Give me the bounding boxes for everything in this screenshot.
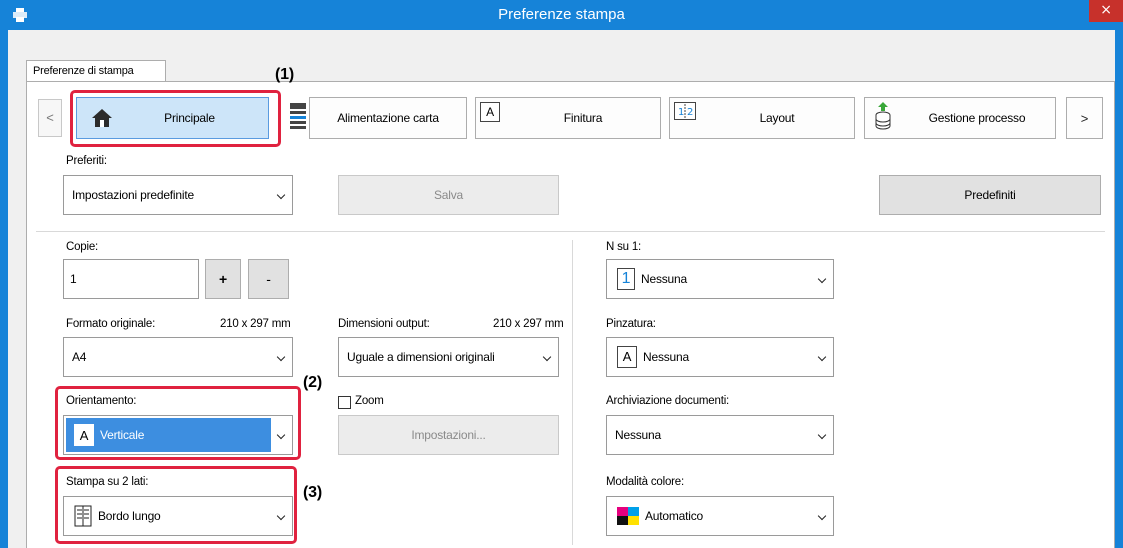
favorites-label: Preferiti: [66,155,107,167]
color-mode-value: Automatico [645,509,704,523]
section-divider [36,231,1105,232]
nav-tab-label: Alimentazione carta [337,111,439,125]
svg-text:1: 1 [678,107,684,118]
window-frame-right [1115,30,1123,548]
original-size-select[interactable]: A4 [63,337,293,377]
highlight-box-3 [55,466,297,544]
nav-tab-label: Layout [759,111,795,125]
copies-increment-button[interactable]: + [205,259,241,299]
output-size-dims: 210 x 297 mm [493,318,564,330]
nav-tab-label: Finitura [563,111,603,125]
stapling-label: Pinzatura: [606,318,656,330]
nup-label: N su 1: [606,241,642,253]
nup-select[interactable]: 1 Nessuna [606,259,834,299]
callout-3: (3) [303,484,322,501]
title-bar: Preferenze stampa [0,0,1123,30]
doc-filing-label: Archiviazione documenti: [606,395,730,407]
stapling-icon: A [617,346,637,368]
copies-decrement-button[interactable]: - [248,259,289,299]
color-squares-icon [617,507,639,525]
nav-prev-button[interactable]: < [38,99,62,137]
stapling-value: Nessuna [643,350,689,364]
layout-icon: 12 [674,102,696,120]
chevron-down-icon [817,352,827,362]
tab-print-preferences[interactable]: Preferenze di stampa [26,60,166,82]
callout-1: (1) [275,66,294,83]
chevron-down-icon [542,352,552,362]
callout-2: (2) [303,374,322,391]
zoom-settings-button[interactable]: Impostazioni... [338,415,559,455]
paper-tray-icon [289,102,307,130]
original-size-value: A4 [72,350,87,364]
output-size-value: Uguale a dimensioni originali [347,350,495,364]
output-size-label: Dimensioni output: [338,318,430,330]
svg-text:2: 2 [687,107,693,118]
defaults-button[interactable]: Predefiniti [879,175,1101,215]
color-mode-select[interactable]: Automatico [606,496,834,536]
color-mode-label: Modalità colore: [606,476,684,488]
doc-filing-value: Nessuna [615,428,661,442]
nav-tab-finitura[interactable]: A Finitura [475,97,661,139]
nav-tab-layout[interactable]: 12 Layout [669,97,855,139]
chevron-down-icon [817,430,827,440]
zoom-label: Zoom [355,395,384,407]
highlight-box-2 [55,386,301,460]
chevron-down-icon [276,190,286,200]
zoom-checkbox[interactable] [338,396,351,409]
doc-filing-select[interactable]: Nessuna [606,415,834,455]
column-divider [572,240,573,545]
favorites-value: Impostazioni predefinite [72,188,194,202]
copies-label: Copie: [66,241,99,253]
favorites-select[interactable]: Impostazioni predefinite [63,175,293,215]
nav-next-button[interactable]: > [1066,97,1103,139]
chevron-down-icon [276,352,286,362]
nav-tab-gestione-processo[interactable]: Gestione processo [864,97,1056,139]
output-size-select[interactable]: Uguale a dimensioni originali [338,337,559,377]
nup-value: Nessuna [641,272,687,286]
chevron-down-icon [817,511,827,521]
window-frame-left [0,30,8,548]
nav-tab-label: Gestione processo [928,111,1026,125]
copies-input[interactable]: 1 [63,259,199,299]
chevron-down-icon [817,274,827,284]
highlight-box-1 [70,90,281,147]
job-handling-icon [875,102,891,130]
save-button[interactable]: Salva [338,175,559,215]
window-title: Preferenze stampa [498,6,625,23]
stapling-select[interactable]: A Nessuna [606,337,834,377]
close-button[interactable]: × [1089,0,1123,22]
nav-tab-alimentazione-carta[interactable]: Alimentazione carta [281,97,467,139]
original-size-dims: 210 x 297 mm [220,318,291,330]
nup-icon: 1 [617,268,635,290]
original-size-label: Formato originale: [66,318,156,330]
finishing-icon: A [480,102,500,122]
